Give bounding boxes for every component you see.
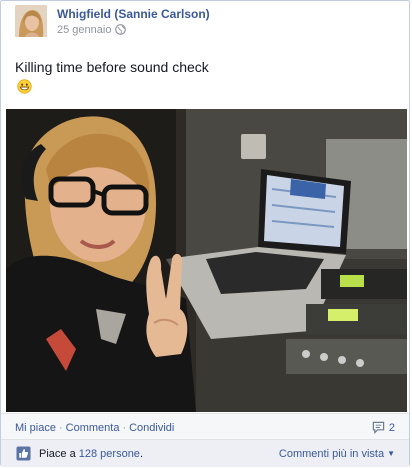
likes-count-link[interactable]: 128 persone (79, 448, 140, 460)
post-card: Whigfield (Sannie Carlson) 25 gennaio Ki… (0, 0, 410, 467)
post-meta: 25 gennaio (57, 24, 127, 38)
likes-row: Piace a 128 persone. Commenti più in vis… (1, 439, 409, 467)
comments-sort-dropdown[interactable]: Commenti più in vista ▼ (279, 448, 395, 460)
separator: · (122, 422, 127, 434)
separator: · (58, 422, 63, 434)
likes-prefix: Piace a (39, 448, 76, 460)
comment-count-link[interactable]: 2 (372, 421, 395, 435)
likes-suffix: . (139, 448, 143, 460)
post-date-link[interactable]: 25 gennaio (57, 24, 111, 36)
comments-sort-label: Commenti più in vista (278, 448, 385, 460)
grinning-face-icon (17, 79, 32, 99)
globe-icon[interactable] (115, 24, 127, 38)
post-photo[interactable] (6, 109, 407, 412)
post-actions-bar: Mi piace · Commenta · Condividi 2 (1, 413, 409, 440)
post-status-text: Killing time before sound check (15, 59, 209, 75)
like-link[interactable]: Mi piace (15, 422, 56, 434)
likes-summary: Piace a 128 persone. (39, 448, 143, 460)
author-name-link[interactable]: Whigfield (Sannie Carlson) (57, 7, 210, 21)
share-link[interactable]: Condividi (129, 422, 174, 434)
avatar[interactable] (15, 5, 47, 37)
action-links: Mi piace · Commenta · Condividi (15, 422, 174, 434)
comment-count-value: 2 (388, 422, 395, 434)
thumbs-up-icon (16, 446, 31, 464)
chevron-down-icon: ▼ (387, 449, 395, 458)
comment-link[interactable]: Commenta (66, 422, 120, 434)
comment-bubble-icon (372, 421, 389, 435)
